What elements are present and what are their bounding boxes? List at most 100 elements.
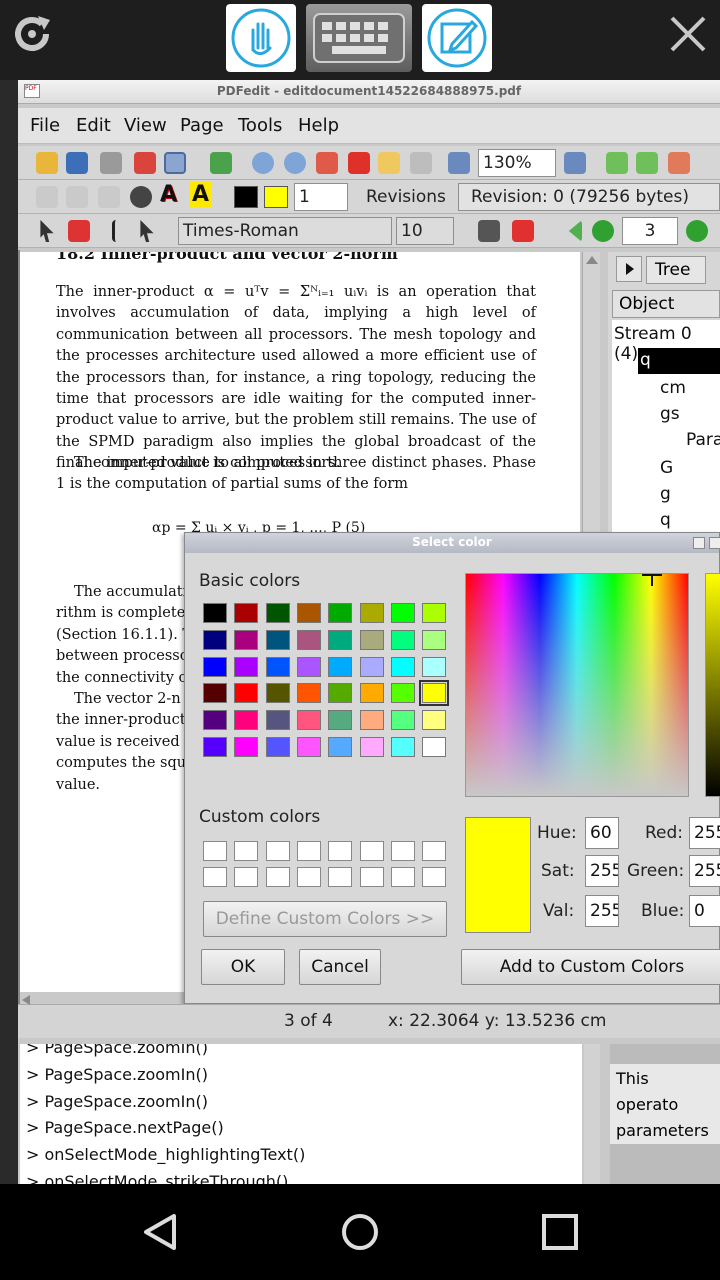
- custom-color-slot[interactable]: [203, 841, 227, 861]
- minimize-icon[interactable]: [693, 537, 705, 549]
- custom-color-slot[interactable]: [359, 841, 384, 861]
- fit-icon[interactable]: [316, 152, 338, 174]
- hue-sat-picker[interactable]: [465, 573, 689, 797]
- remove-annotation-icon[interactable]: [512, 220, 534, 242]
- basic-color-swatch[interactable]: [234, 656, 259, 677]
- tree-item-g[interactable]: g: [660, 484, 671, 504]
- basic-color-swatch[interactable]: [390, 710, 415, 731]
- page-icon[interactable]: [410, 152, 432, 174]
- window-icon[interactable]: [164, 152, 186, 174]
- add-page-icon[interactable]: [348, 152, 370, 174]
- basic-color-swatch[interactable]: [234, 737, 259, 757]
- blue-spin[interactable]: 0: [689, 895, 720, 927]
- text-cursor-icon[interactable]: [112, 220, 120, 242]
- menu-file[interactable]: File: [30, 115, 60, 136]
- font-select[interactable]: Times-Roman: [178, 217, 392, 245]
- basic-color-swatch[interactable]: [422, 629, 447, 650]
- basic-color-swatch[interactable]: [296, 629, 321, 650]
- custom-color-slot[interactable]: [296, 841, 321, 861]
- basic-color-swatch[interactable]: [265, 629, 290, 650]
- basic-color-swatch[interactable]: [390, 629, 415, 650]
- redo-icon[interactable]: [284, 152, 306, 174]
- tree-item-gs[interactable]: gs: [660, 404, 680, 424]
- stroke-color-swatch[interactable]: [234, 186, 258, 208]
- basic-color-swatch[interactable]: [265, 710, 290, 731]
- custom-color-slot[interactable]: [390, 867, 415, 887]
- custom-color-slot[interactable]: [390, 841, 415, 861]
- console-scrollbar[interactable]: [584, 1044, 600, 1184]
- basic-color-swatch[interactable]: [359, 683, 384, 704]
- red-spin[interactable]: 255: [689, 817, 720, 849]
- hand-icon[interactable]: [378, 152, 400, 174]
- add-to-custom-colors-button[interactable]: Add to Custom Colors: [461, 949, 720, 985]
- undo-icon[interactable]: [252, 152, 274, 174]
- basic-color-swatch[interactable]: [265, 656, 290, 677]
- basic-color-swatch[interactable]: [359, 737, 384, 757]
- basic-color-swatch[interactable]: [422, 603, 447, 623]
- reload-icon[interactable]: [210, 152, 232, 174]
- select-arrow-icon[interactable]: [40, 220, 54, 242]
- edit-note-icon[interactable]: [422, 4, 492, 72]
- scroll-up-icon[interactable]: [586, 256, 598, 264]
- custom-color-slot[interactable]: [265, 841, 290, 861]
- menu-page[interactable]: Page: [180, 115, 224, 136]
- select-object-icon[interactable]: [68, 220, 90, 242]
- basic-color-swatch[interactable]: [203, 683, 227, 704]
- basic-color-swatch[interactable]: [328, 710, 353, 731]
- custom-color-slot[interactable]: [328, 867, 353, 887]
- tree-item-q[interactable]: q: [640, 350, 651, 370]
- refresh-icon[interactable]: [8, 10, 56, 58]
- tree-item-G[interactable]: G: [660, 458, 673, 478]
- fill-color-swatch[interactable]: [264, 186, 288, 208]
- zoom-in-icon[interactable]: [564, 152, 586, 174]
- panel-expand-icon[interactable]: [616, 256, 642, 282]
- basic-color-swatch[interactable]: [390, 656, 415, 677]
- basic-color-swatch[interactable]: [422, 656, 447, 677]
- custom-color-slot[interactable]: [422, 867, 447, 887]
- basic-color-swatch[interactable]: [390, 737, 415, 757]
- menu-view[interactable]: View: [124, 115, 167, 136]
- basic-color-swatch[interactable]: [203, 710, 227, 731]
- basic-color-swatch[interactable]: [296, 603, 321, 623]
- basic-color-swatch[interactable]: [265, 683, 290, 704]
- basic-color-swatch[interactable]: [234, 710, 259, 731]
- sat-spin[interactable]: 255: [585, 855, 619, 887]
- prev-page-icon[interactable]: [592, 220, 614, 242]
- page-number-input[interactable]: 3: [622, 217, 678, 245]
- custom-color-slot[interactable]: [296, 867, 321, 887]
- text-color-icon[interactable]: A: [160, 182, 177, 207]
- open-icon[interactable]: [36, 152, 58, 174]
- basic-color-swatch[interactable]: [203, 603, 227, 623]
- page-delete-icon[interactable]: [668, 152, 690, 174]
- custom-color-slot[interactable]: [328, 841, 353, 861]
- green-spin[interactable]: 255: [689, 855, 720, 887]
- basic-color-swatch[interactable]: [359, 603, 384, 623]
- basic-color-swatch[interactable]: [359, 629, 384, 650]
- back-icon[interactable]: [140, 1210, 184, 1254]
- rect-icon[interactable]: [98, 186, 120, 208]
- basic-color-swatch[interactable]: [203, 629, 227, 650]
- ok-button[interactable]: OK: [201, 949, 285, 985]
- menu-help[interactable]: Help: [298, 115, 339, 136]
- value-slider[interactable]: [705, 573, 720, 797]
- custom-color-slot[interactable]: [265, 867, 290, 887]
- next-page-icon[interactable]: [686, 220, 708, 242]
- tree-item-q2[interactable]: q: [660, 510, 671, 530]
- tab-tree[interactable]: Tree: [646, 256, 706, 284]
- font-size-select[interactable]: 10: [396, 217, 454, 245]
- stamp-icon[interactable]: [130, 186, 152, 208]
- basic-color-swatch[interactable]: [265, 737, 290, 757]
- basic-color-swatch[interactable]: [328, 629, 353, 650]
- basic-color-swatch[interactable]: [419, 680, 450, 707]
- annotation-icon[interactable]: [478, 220, 500, 242]
- revision-select[interactable]: Revision: 0 (79256 bytes): [458, 183, 720, 211]
- pointer-icon[interactable]: [140, 220, 154, 242]
- tree-item-cm[interactable]: cm: [660, 378, 686, 398]
- h-scroll-left-icon[interactable]: [22, 995, 30, 1005]
- maximize-icon[interactable]: [709, 537, 720, 549]
- command-console[interactable]: > PageSpace.zoomIn() > PageSpace.zoomIn(…: [20, 1044, 582, 1184]
- basic-color-swatch[interactable]: [234, 603, 259, 623]
- basic-color-swatch[interactable]: [390, 603, 415, 623]
- basic-color-swatch[interactable]: [328, 737, 353, 757]
- hand-tool-icon[interactable]: [226, 4, 296, 72]
